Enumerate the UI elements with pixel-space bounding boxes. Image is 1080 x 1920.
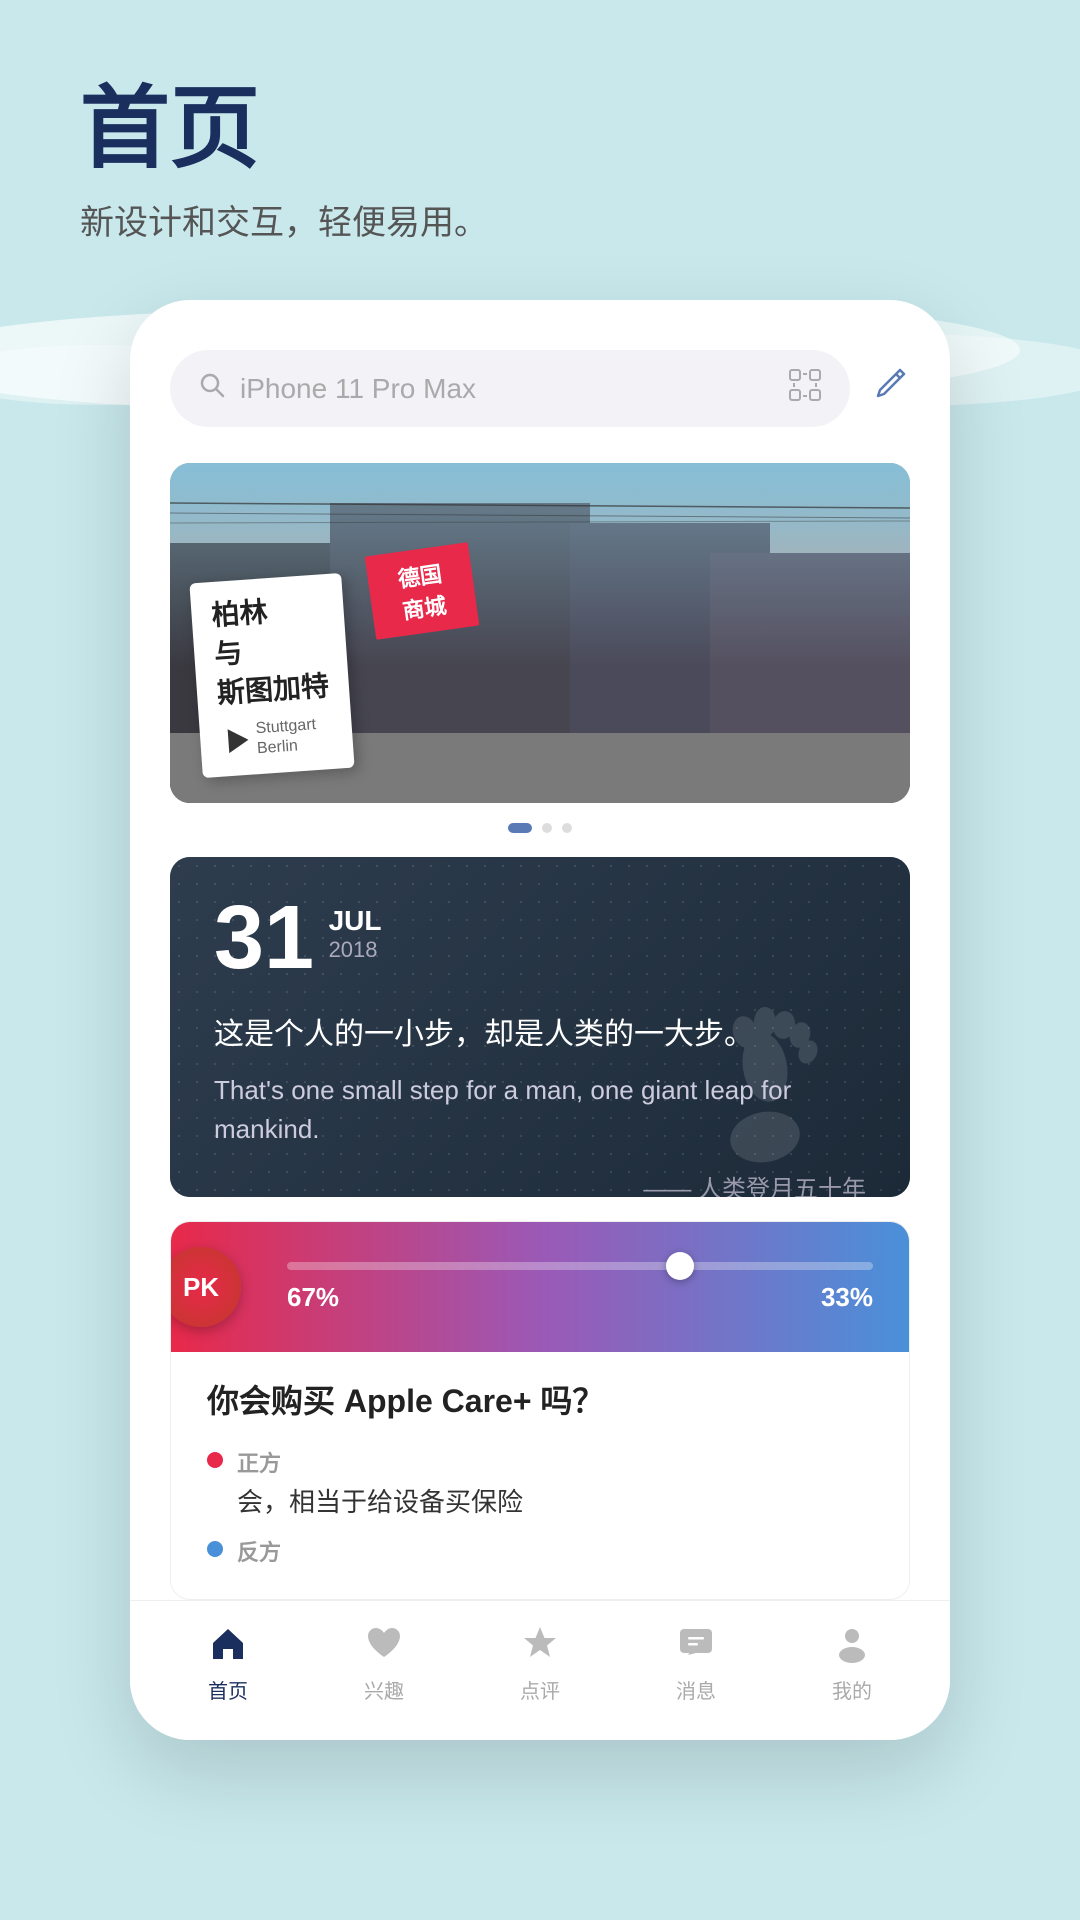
message-icon bbox=[670, 1617, 722, 1669]
option-dot-blue bbox=[207, 1541, 223, 1557]
date-year: 2018 bbox=[329, 937, 382, 963]
pk-thumb bbox=[666, 1252, 694, 1280]
carousel-dot-3[interactable] bbox=[562, 823, 572, 833]
page-title: 首页 bbox=[80, 80, 488, 179]
option1-label: 正方 bbox=[237, 1446, 523, 1478]
pk-right-percentage: 33% bbox=[821, 1282, 873, 1313]
banner-image: 德国 商城 柏林 与 斯图加特 StuttgartBerlin bbox=[170, 463, 910, 803]
date-month: JUL bbox=[329, 905, 382, 937]
banner-card-line2: 与 bbox=[213, 637, 243, 670]
tab-profile[interactable]: 我的 bbox=[826, 1617, 878, 1704]
tab-profile-label: 我的 bbox=[832, 1675, 872, 1704]
banner-section[interactable]: 德国 商城 柏林 与 斯图加特 StuttgartBerlin bbox=[170, 463, 910, 803]
search-bar[interactable]: iPhone 11 Pro Max bbox=[170, 350, 850, 427]
phone-mockup: iPhone 11 Pro Max bbox=[130, 300, 950, 1740]
pk-left-percentage: 67% bbox=[287, 1282, 339, 1313]
tab-bar: 首页 兴趣 点评 bbox=[130, 1600, 950, 1740]
tab-messages[interactable]: 消息 bbox=[670, 1617, 722, 1704]
option1-text: 会，相当于给设备买保险 bbox=[237, 1482, 523, 1519]
date-day: 31 bbox=[214, 893, 314, 983]
quote-source: —— 人类登月五十年 bbox=[214, 1169, 866, 1197]
carousel-dot-2[interactable] bbox=[542, 823, 552, 833]
pk-progress-track bbox=[287, 1262, 873, 1270]
pk-card[interactable]: PK 67% 33% 你会购买 Apple Care+ 吗？ 正方 bbox=[170, 1221, 910, 1600]
search-icon bbox=[198, 371, 226, 406]
tab-interests-label: 兴趣 bbox=[364, 1675, 404, 1704]
edit-icon[interactable] bbox=[870, 364, 910, 413]
banner-red-label-line2: 商城 bbox=[401, 593, 448, 624]
pk-badge: PK bbox=[170, 1247, 241, 1327]
banner-card-line3: 斯图加特 bbox=[216, 670, 330, 709]
date-card[interactable]: 31 JUL 2018 这是个人的一小步，却是人类的一大步。 That's on… bbox=[170, 857, 910, 1197]
carousel-dot-1[interactable] bbox=[508, 823, 532, 833]
tab-reviews[interactable]: 点评 bbox=[514, 1617, 566, 1704]
carousel-dots bbox=[170, 823, 910, 833]
banner-card-line1: 柏林 bbox=[211, 596, 269, 631]
pk-option-2: 反方 bbox=[171, 1527, 909, 1575]
tab-home-label: 首页 bbox=[208, 1675, 248, 1704]
quote-english: That's one small step for a man, one gia… bbox=[214, 1071, 866, 1149]
tab-home[interactable]: 首页 bbox=[202, 1617, 254, 1704]
pk-header: PK 67% 33% bbox=[171, 1222, 909, 1352]
home-icon bbox=[202, 1617, 254, 1669]
search-bar-row: iPhone 11 Pro Max bbox=[170, 350, 910, 427]
user-icon bbox=[826, 1617, 878, 1669]
search-input-placeholder: iPhone 11 Pro Max bbox=[240, 373, 774, 405]
scan-icon[interactable] bbox=[788, 368, 822, 409]
quote-chinese: 这是个人的一小步，却是人类的一大步。 bbox=[214, 1011, 866, 1059]
pk-option-1: 正方 会，相当于给设备买保险 bbox=[171, 1438, 909, 1527]
tab-messages-label: 消息 bbox=[676, 1675, 716, 1704]
banner-red-label-line1: 德国 bbox=[396, 561, 443, 592]
heart-icon bbox=[358, 1617, 410, 1669]
tab-interests[interactable]: 兴趣 bbox=[358, 1617, 410, 1704]
page-subtitle: 新设计和交互，轻便易用。 bbox=[80, 195, 488, 244]
pk-question: 你会购买 Apple Care+ 吗？ bbox=[171, 1352, 909, 1438]
option-dot-red bbox=[207, 1452, 223, 1468]
tab-reviews-label: 点评 bbox=[520, 1675, 560, 1704]
star-icon bbox=[514, 1617, 566, 1669]
option2-label: 反方 bbox=[237, 1535, 281, 1567]
